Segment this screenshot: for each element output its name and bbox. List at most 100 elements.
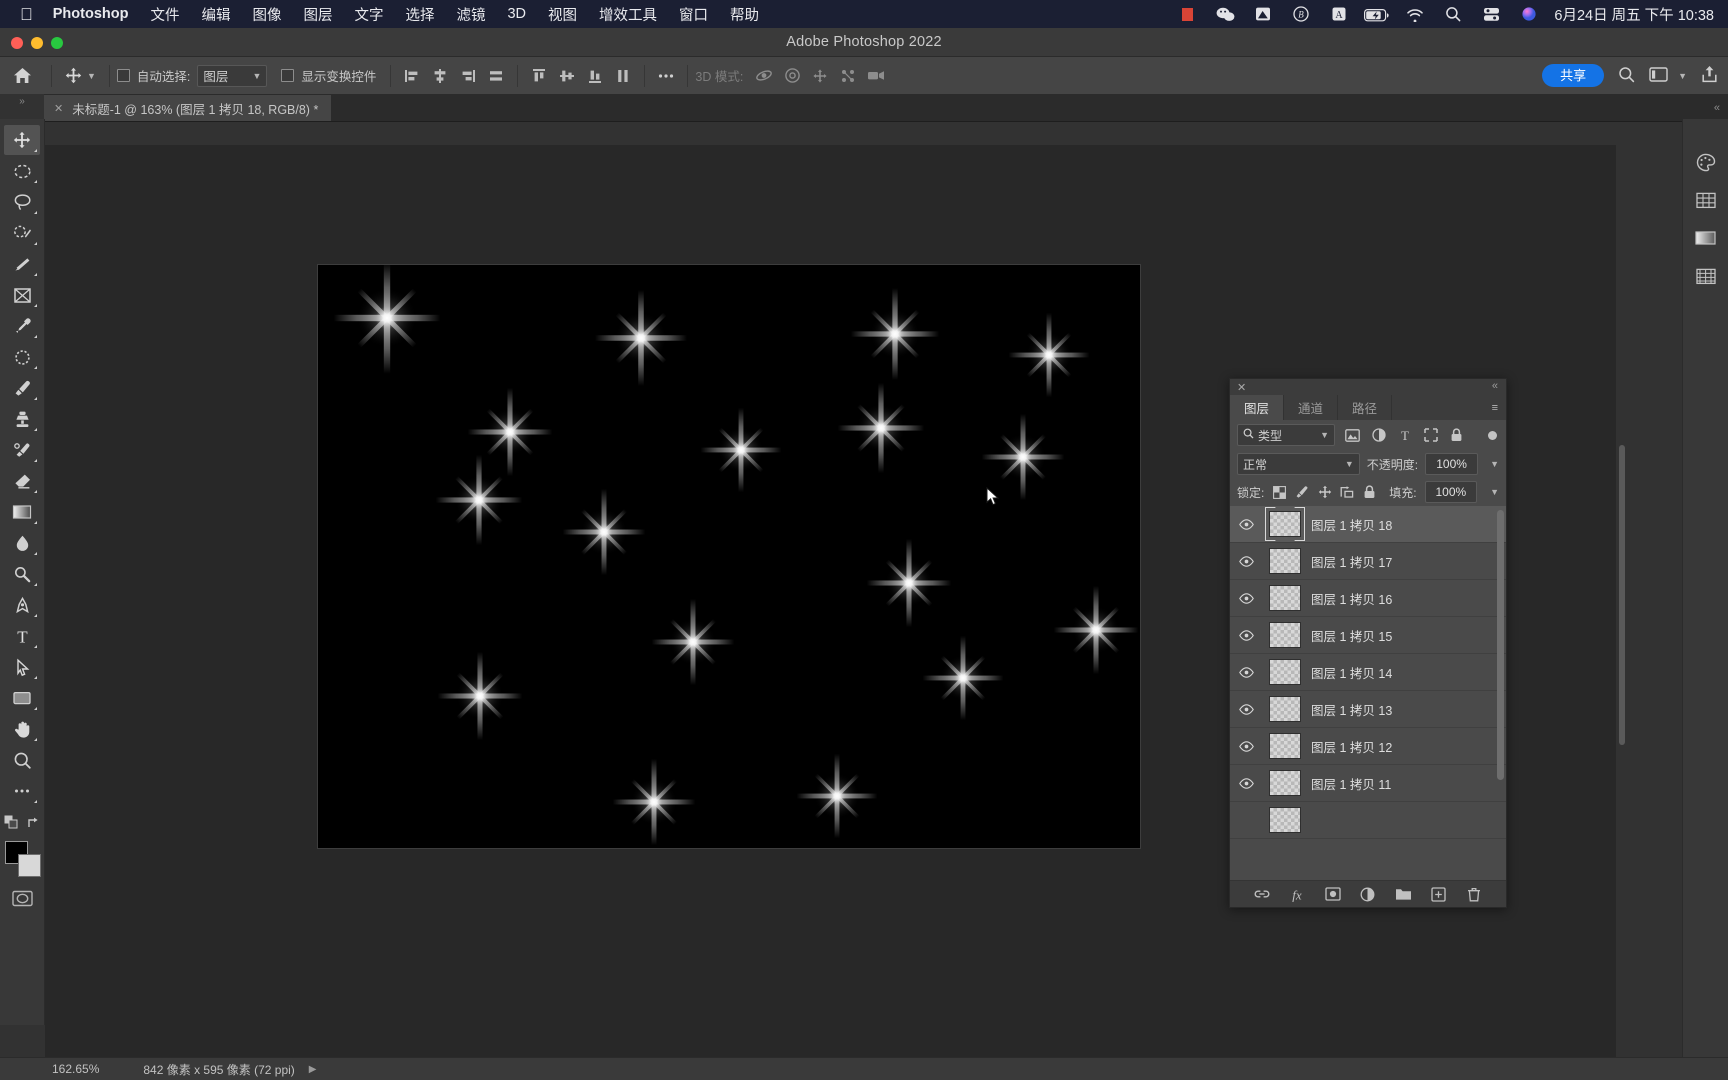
align-bottom-icon[interactable] xyxy=(581,64,609,88)
swatches-grid-icon[interactable] xyxy=(1690,187,1722,213)
layer-visibility-toggle[interactable] xyxy=(1230,555,1263,567)
layer-style-fx-icon[interactable]: fx xyxy=(1287,884,1307,904)
active-tool-indicator[interactable]: ▼ xyxy=(59,67,102,84)
type-tool[interactable]: T xyxy=(4,621,40,651)
layer-row[interactable]: 图层 1 拷贝 13 xyxy=(1230,691,1506,728)
layer-visibility-toggle[interactable] xyxy=(1230,592,1263,604)
layer-thumbnail[interactable] xyxy=(1263,548,1307,574)
maximize-button[interactable] xyxy=(51,37,63,49)
more-options-icon[interactable] xyxy=(652,64,680,88)
auto-select-checkbox[interactable] xyxy=(116,69,130,82)
menu-item-window[interactable]: 窗口 xyxy=(679,4,708,25)
add-mask-icon[interactable] xyxy=(1323,884,1343,904)
layer-thumbnail[interactable] xyxy=(1263,622,1307,648)
tab-layers[interactable]: 图层 xyxy=(1230,395,1285,420)
menu-item-select[interactable]: 选择 xyxy=(405,4,434,25)
menu-item-3d[interactable]: 3D xyxy=(507,6,526,22)
quick-mask-toggle[interactable] xyxy=(4,883,40,913)
layer-visibility-toggle[interactable] xyxy=(1230,777,1263,789)
document-tab[interactable]: ✕ 未标题-1 @ 163% (图层 1 拷贝 18, RGB/8) * xyxy=(44,95,333,121)
roll-3d-icon[interactable] xyxy=(778,64,806,88)
eyedropper-tool[interactable] xyxy=(4,311,40,341)
menu-item-edit[interactable]: 编辑 xyxy=(201,4,230,25)
align-top-icon[interactable] xyxy=(525,64,553,88)
filter-smart-object-icon[interactable] xyxy=(1448,426,1465,445)
layer-row[interactable]: 图层 1 拷贝 12 xyxy=(1230,728,1506,765)
close-button[interactable] xyxy=(11,37,23,49)
layer-thumbnail[interactable] xyxy=(1263,585,1307,611)
close-panel-icon[interactable]: ✕ xyxy=(1237,381,1246,394)
siri-icon[interactable] xyxy=(1510,6,1548,22)
layers-panel[interactable]: ✕ « 图层 通道 路径 ≡ 类型 ▼ T 正常 ▼ 不透明度: 100% ▼ … xyxy=(1229,378,1507,908)
frame-tool[interactable] xyxy=(4,280,40,310)
adjustment-layer-icon[interactable] xyxy=(1358,884,1378,904)
layer-row[interactable]: 图层 1 拷贝 16 xyxy=(1230,580,1506,617)
filter-type-icon[interactable]: T xyxy=(1396,426,1413,445)
layer-name[interactable]: 图层 1 拷贝 16 xyxy=(1307,589,1392,608)
lock-all-icon[interactable] xyxy=(1363,484,1378,500)
delete-layer-icon[interactable] xyxy=(1464,884,1484,904)
filter-pixel-icon[interactable] xyxy=(1344,426,1361,445)
minimize-button[interactable] xyxy=(31,37,43,49)
spotlight-search-icon[interactable] xyxy=(1434,6,1472,22)
share-export-icon[interactable] xyxy=(1701,65,1718,86)
chevron-right-icon[interactable]: ▶ xyxy=(309,1064,317,1075)
screenshot-icon[interactable] xyxy=(1244,6,1282,22)
home-icon[interactable] xyxy=(0,67,44,84)
distribute-vertical-icon[interactable] xyxy=(609,64,637,88)
search-icon[interactable] xyxy=(1618,66,1635,86)
pen-tool[interactable] xyxy=(4,590,40,620)
tab-gutter-collapse[interactable]: » xyxy=(0,94,44,122)
edit-toolbar-button[interactable] xyxy=(4,776,40,806)
align-center-horizontal-icon[interactable] xyxy=(426,64,454,88)
gradient-tool[interactable] xyxy=(4,497,40,527)
menu-item-filter[interactable]: 滤镜 xyxy=(456,4,485,25)
swap-colors-icon[interactable] xyxy=(27,816,41,835)
layer-thumbnail[interactable] xyxy=(1263,511,1307,537)
layer-thumbnail[interactable] xyxy=(1263,659,1307,685)
menu-item-layer[interactable]: 图层 xyxy=(303,4,332,25)
layer-row[interactable]: 图层 1 拷贝 11 xyxy=(1230,765,1506,802)
spot-healing-tool[interactable] xyxy=(4,342,40,372)
fill-value-field[interactable]: 100% xyxy=(1424,481,1478,503)
document-dimensions[interactable]: 842 像素 x 595 像素 (72 ppi) xyxy=(143,1061,294,1078)
blend-mode-select[interactable]: 正常 ▼ xyxy=(1237,453,1360,475)
tab-paths[interactable]: 路径 xyxy=(1338,395,1393,420)
link-layers-icon[interactable] xyxy=(1252,884,1272,904)
layer-thumbnail[interactable] xyxy=(1263,807,1307,833)
eraser-tool[interactable] xyxy=(4,466,40,496)
lasso-tool[interactable] xyxy=(4,187,40,217)
gradients-icon[interactable] xyxy=(1690,225,1722,251)
layer-visibility-toggle[interactable] xyxy=(1230,629,1263,641)
rectangle-tool[interactable] xyxy=(4,683,40,713)
layer-name[interactable]: 图层 1 拷贝 18 xyxy=(1307,515,1392,534)
clone-stamp-tool[interactable] xyxy=(4,404,40,434)
chevron-down-icon[interactable]: ▼ xyxy=(87,71,96,81)
menu-item-help[interactable]: 帮助 xyxy=(730,4,759,25)
align-right-icon[interactable] xyxy=(454,64,482,88)
chevron-down-icon[interactable]: ▼ xyxy=(1490,487,1499,497)
layer-name[interactable]: 图层 1 拷贝 13 xyxy=(1307,700,1392,719)
menu-app-name[interactable]: Photoshop xyxy=(53,6,129,22)
lock-artboard-icon[interactable] xyxy=(1340,484,1355,500)
layer-name[interactable]: 图层 1 拷贝 15 xyxy=(1307,626,1392,645)
color-palette-icon[interactable] xyxy=(1690,149,1722,175)
chevron-down-icon[interactable]: ▼ xyxy=(1490,459,1499,469)
layer-name[interactable]: 图层 1 拷贝 12 xyxy=(1307,737,1392,756)
filter-type-select[interactable]: 类型 ▼ xyxy=(1237,424,1335,446)
pan-3d-icon[interactable] xyxy=(806,64,834,88)
menu-item-image[interactable]: 图像 xyxy=(252,4,281,25)
zoom-level[interactable]: 162.65% xyxy=(52,1062,99,1076)
menu-item-plugins[interactable]: 增效工具 xyxy=(599,4,657,25)
recording-indicator-icon[interactable] xyxy=(1168,6,1206,22)
blur-tool[interactable] xyxy=(4,528,40,558)
layer-thumbnail[interactable] xyxy=(1263,696,1307,722)
new-group-icon[interactable] xyxy=(1393,884,1413,904)
bartender-icon[interactable]: B xyxy=(1282,6,1320,22)
document-artboard[interactable] xyxy=(317,264,1141,849)
layer-visibility-toggle[interactable] xyxy=(1230,666,1263,678)
wechat-icon[interactable] xyxy=(1206,6,1244,22)
show-transform-checkbox[interactable] xyxy=(281,69,295,82)
layers-list-scrollbar[interactable] xyxy=(1497,510,1504,780)
scrollbar-thumb[interactable] xyxy=(1619,445,1625,745)
